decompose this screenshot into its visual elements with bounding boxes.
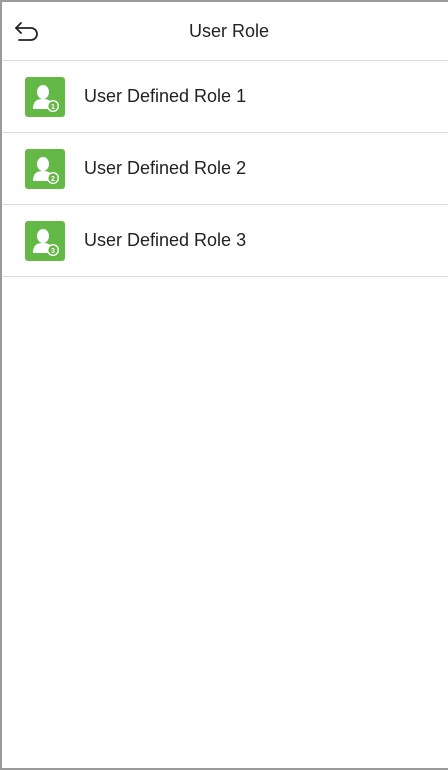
user-role-icon: 3 bbox=[25, 220, 65, 261]
page-title: User Role bbox=[188, 21, 270, 41]
role-label: User Defined Role 3 bbox=[84, 230, 247, 250]
screen: User Role 1 User Defined Role 1 2 User D… bbox=[0, 0, 448, 770]
title-bar: User Role bbox=[2, 2, 448, 61]
role-badge-number: 2 bbox=[51, 176, 55, 183]
list-item-role-3[interactable]: 3 User Defined Role 3 bbox=[2, 205, 448, 277]
role-badge-number: 1 bbox=[51, 104, 55, 111]
user-role-icon: 2 bbox=[25, 148, 65, 189]
role-label: User Defined Role 1 bbox=[84, 86, 247, 106]
list-item-role-2[interactable]: 2 User Defined Role 2 bbox=[2, 133, 448, 205]
role-label: User Defined Role 2 bbox=[84, 158, 247, 178]
role-list: 1 User Defined Role 1 2 User Defined Rol… bbox=[2, 61, 448, 277]
list-item-role-1[interactable]: 1 User Defined Role 1 bbox=[2, 61, 448, 133]
role-badge-number: 3 bbox=[51, 248, 55, 255]
user-role-icon: 1 bbox=[25, 76, 65, 117]
